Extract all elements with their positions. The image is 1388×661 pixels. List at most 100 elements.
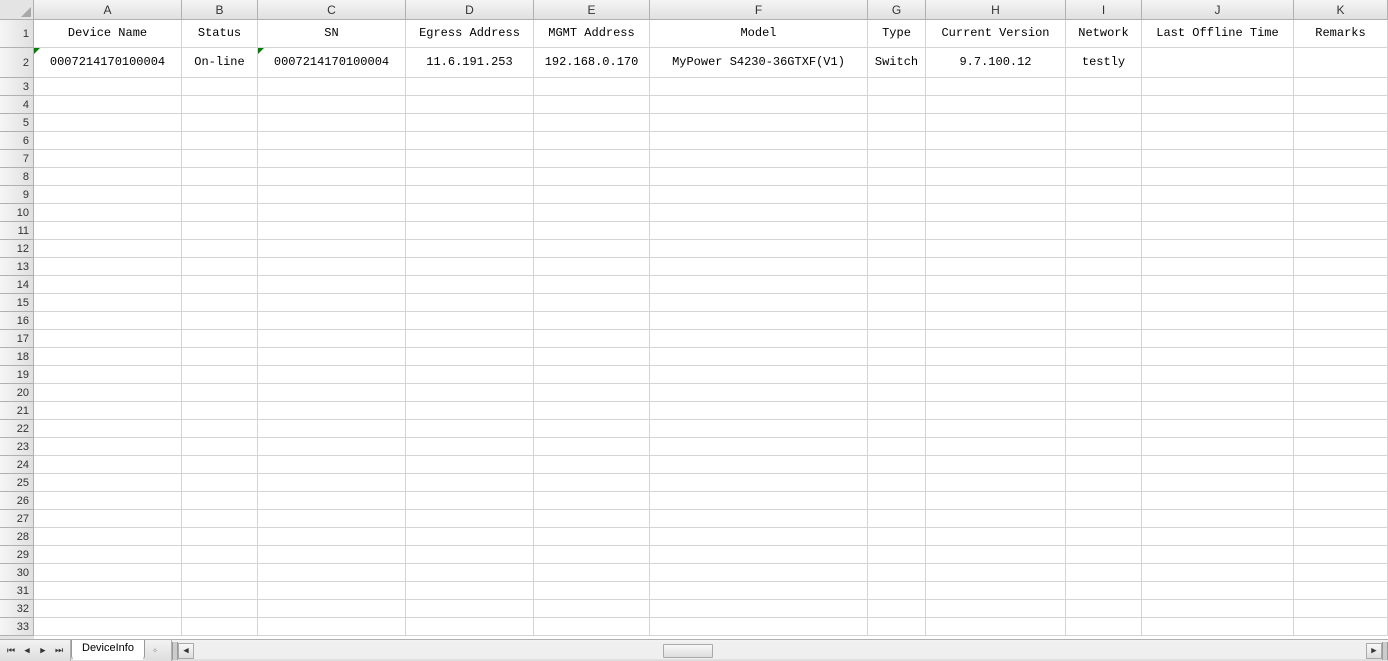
cell-I20[interactable] [1066, 384, 1142, 402]
sheet-nav-next[interactable]: ▶ [36, 643, 50, 659]
cell-B25[interactable] [182, 474, 258, 492]
cell-D7[interactable] [406, 150, 534, 168]
cell-G10[interactable] [868, 204, 926, 222]
cell-E3[interactable] [534, 78, 650, 96]
row-header-10[interactable]: 10 [0, 204, 34, 222]
cell-K26[interactable] [1294, 492, 1388, 510]
cell-J6[interactable] [1142, 132, 1294, 150]
cell-B1[interactable]: Status [182, 20, 258, 48]
cell-F2[interactable]: MyPower S4230-36GTXF(V1) [650, 48, 868, 78]
cell-H13[interactable] [926, 258, 1066, 276]
cell-B12[interactable] [182, 240, 258, 258]
cell-G22[interactable] [868, 420, 926, 438]
cell-F18[interactable] [650, 348, 868, 366]
row-header-32[interactable]: 32 [0, 600, 34, 618]
cell-J17[interactable] [1142, 330, 1294, 348]
cell-H29[interactable] [926, 546, 1066, 564]
cell-F1[interactable]: Model [650, 20, 868, 48]
cell-A25[interactable] [34, 474, 182, 492]
hscroll-track[interactable] [194, 643, 1366, 659]
cell-I3[interactable] [1066, 78, 1142, 96]
cell-D5[interactable] [406, 114, 534, 132]
cell-J24[interactable] [1142, 456, 1294, 474]
cell-K27[interactable] [1294, 510, 1388, 528]
cell-I27[interactable] [1066, 510, 1142, 528]
cell-G29[interactable] [868, 546, 926, 564]
cell-K13[interactable] [1294, 258, 1388, 276]
cell-J16[interactable] [1142, 312, 1294, 330]
cell-H8[interactable] [926, 168, 1066, 186]
cell-H6[interactable] [926, 132, 1066, 150]
cell-E1[interactable]: MGMT Address [534, 20, 650, 48]
cell-H3[interactable] [926, 78, 1066, 96]
cell-C27[interactable] [258, 510, 406, 528]
cell-E27[interactable] [534, 510, 650, 528]
cell-J20[interactable] [1142, 384, 1294, 402]
cell-A27[interactable] [34, 510, 182, 528]
cell-A23[interactable] [34, 438, 182, 456]
cell-E14[interactable] [534, 276, 650, 294]
cell-G14[interactable] [868, 276, 926, 294]
cell-J11[interactable] [1142, 222, 1294, 240]
cell-B13[interactable] [182, 258, 258, 276]
cell-G20[interactable] [868, 384, 926, 402]
cell-J10[interactable] [1142, 204, 1294, 222]
cell-J33[interactable] [1142, 618, 1294, 636]
cell-I14[interactable] [1066, 276, 1142, 294]
row-header-3[interactable]: 3 [0, 78, 34, 96]
cell-A15[interactable] [34, 294, 182, 312]
cell-F30[interactable] [650, 564, 868, 582]
cell-K6[interactable] [1294, 132, 1388, 150]
column-header-H[interactable]: H [926, 0, 1066, 20]
cell-H20[interactable] [926, 384, 1066, 402]
cell-H4[interactable] [926, 96, 1066, 114]
cell-A28[interactable] [34, 528, 182, 546]
cell-G19[interactable] [868, 366, 926, 384]
cell-K31[interactable] [1294, 582, 1388, 600]
cell-K18[interactable] [1294, 348, 1388, 366]
cell-F21[interactable] [650, 402, 868, 420]
cell-F17[interactable] [650, 330, 868, 348]
select-all-corner[interactable] [0, 0, 34, 20]
cell-I32[interactable] [1066, 600, 1142, 618]
cell-B23[interactable] [182, 438, 258, 456]
cell-C9[interactable] [258, 186, 406, 204]
cell-E7[interactable] [534, 150, 650, 168]
cell-B29[interactable] [182, 546, 258, 564]
cell-I23[interactable] [1066, 438, 1142, 456]
cell-A13[interactable] [34, 258, 182, 276]
cell-B22[interactable] [182, 420, 258, 438]
cell-J13[interactable] [1142, 258, 1294, 276]
cell-K2[interactable] [1294, 48, 1388, 78]
cell-E12[interactable] [534, 240, 650, 258]
cell-F6[interactable] [650, 132, 868, 150]
cell-F5[interactable] [650, 114, 868, 132]
cell-A7[interactable] [34, 150, 182, 168]
cell-A4[interactable] [34, 96, 182, 114]
cell-B31[interactable] [182, 582, 258, 600]
cell-B6[interactable] [182, 132, 258, 150]
cell-J9[interactable] [1142, 186, 1294, 204]
cell-B32[interactable] [182, 600, 258, 618]
cell-I8[interactable] [1066, 168, 1142, 186]
column-header-J[interactable]: J [1142, 0, 1294, 20]
cell-G28[interactable] [868, 528, 926, 546]
cell-C33[interactable] [258, 618, 406, 636]
row-header-6[interactable]: 6 [0, 132, 34, 150]
column-header-F[interactable]: F [650, 0, 868, 20]
cell-D29[interactable] [406, 546, 534, 564]
cell-C1[interactable]: SN [258, 20, 406, 48]
hscroll-right-arrow[interactable]: ▶ [1366, 643, 1382, 659]
cell-B15[interactable] [182, 294, 258, 312]
cell-H21[interactable] [926, 402, 1066, 420]
cell-D26[interactable] [406, 492, 534, 510]
sheet-nav-first[interactable]: ⏮ [4, 643, 18, 659]
cell-I22[interactable] [1066, 420, 1142, 438]
cell-F26[interactable] [650, 492, 868, 510]
cell-B11[interactable] [182, 222, 258, 240]
cell-J7[interactable] [1142, 150, 1294, 168]
cell-D17[interactable] [406, 330, 534, 348]
row-header-2[interactable]: 2 [0, 48, 34, 78]
cell-J25[interactable] [1142, 474, 1294, 492]
cell-K16[interactable] [1294, 312, 1388, 330]
